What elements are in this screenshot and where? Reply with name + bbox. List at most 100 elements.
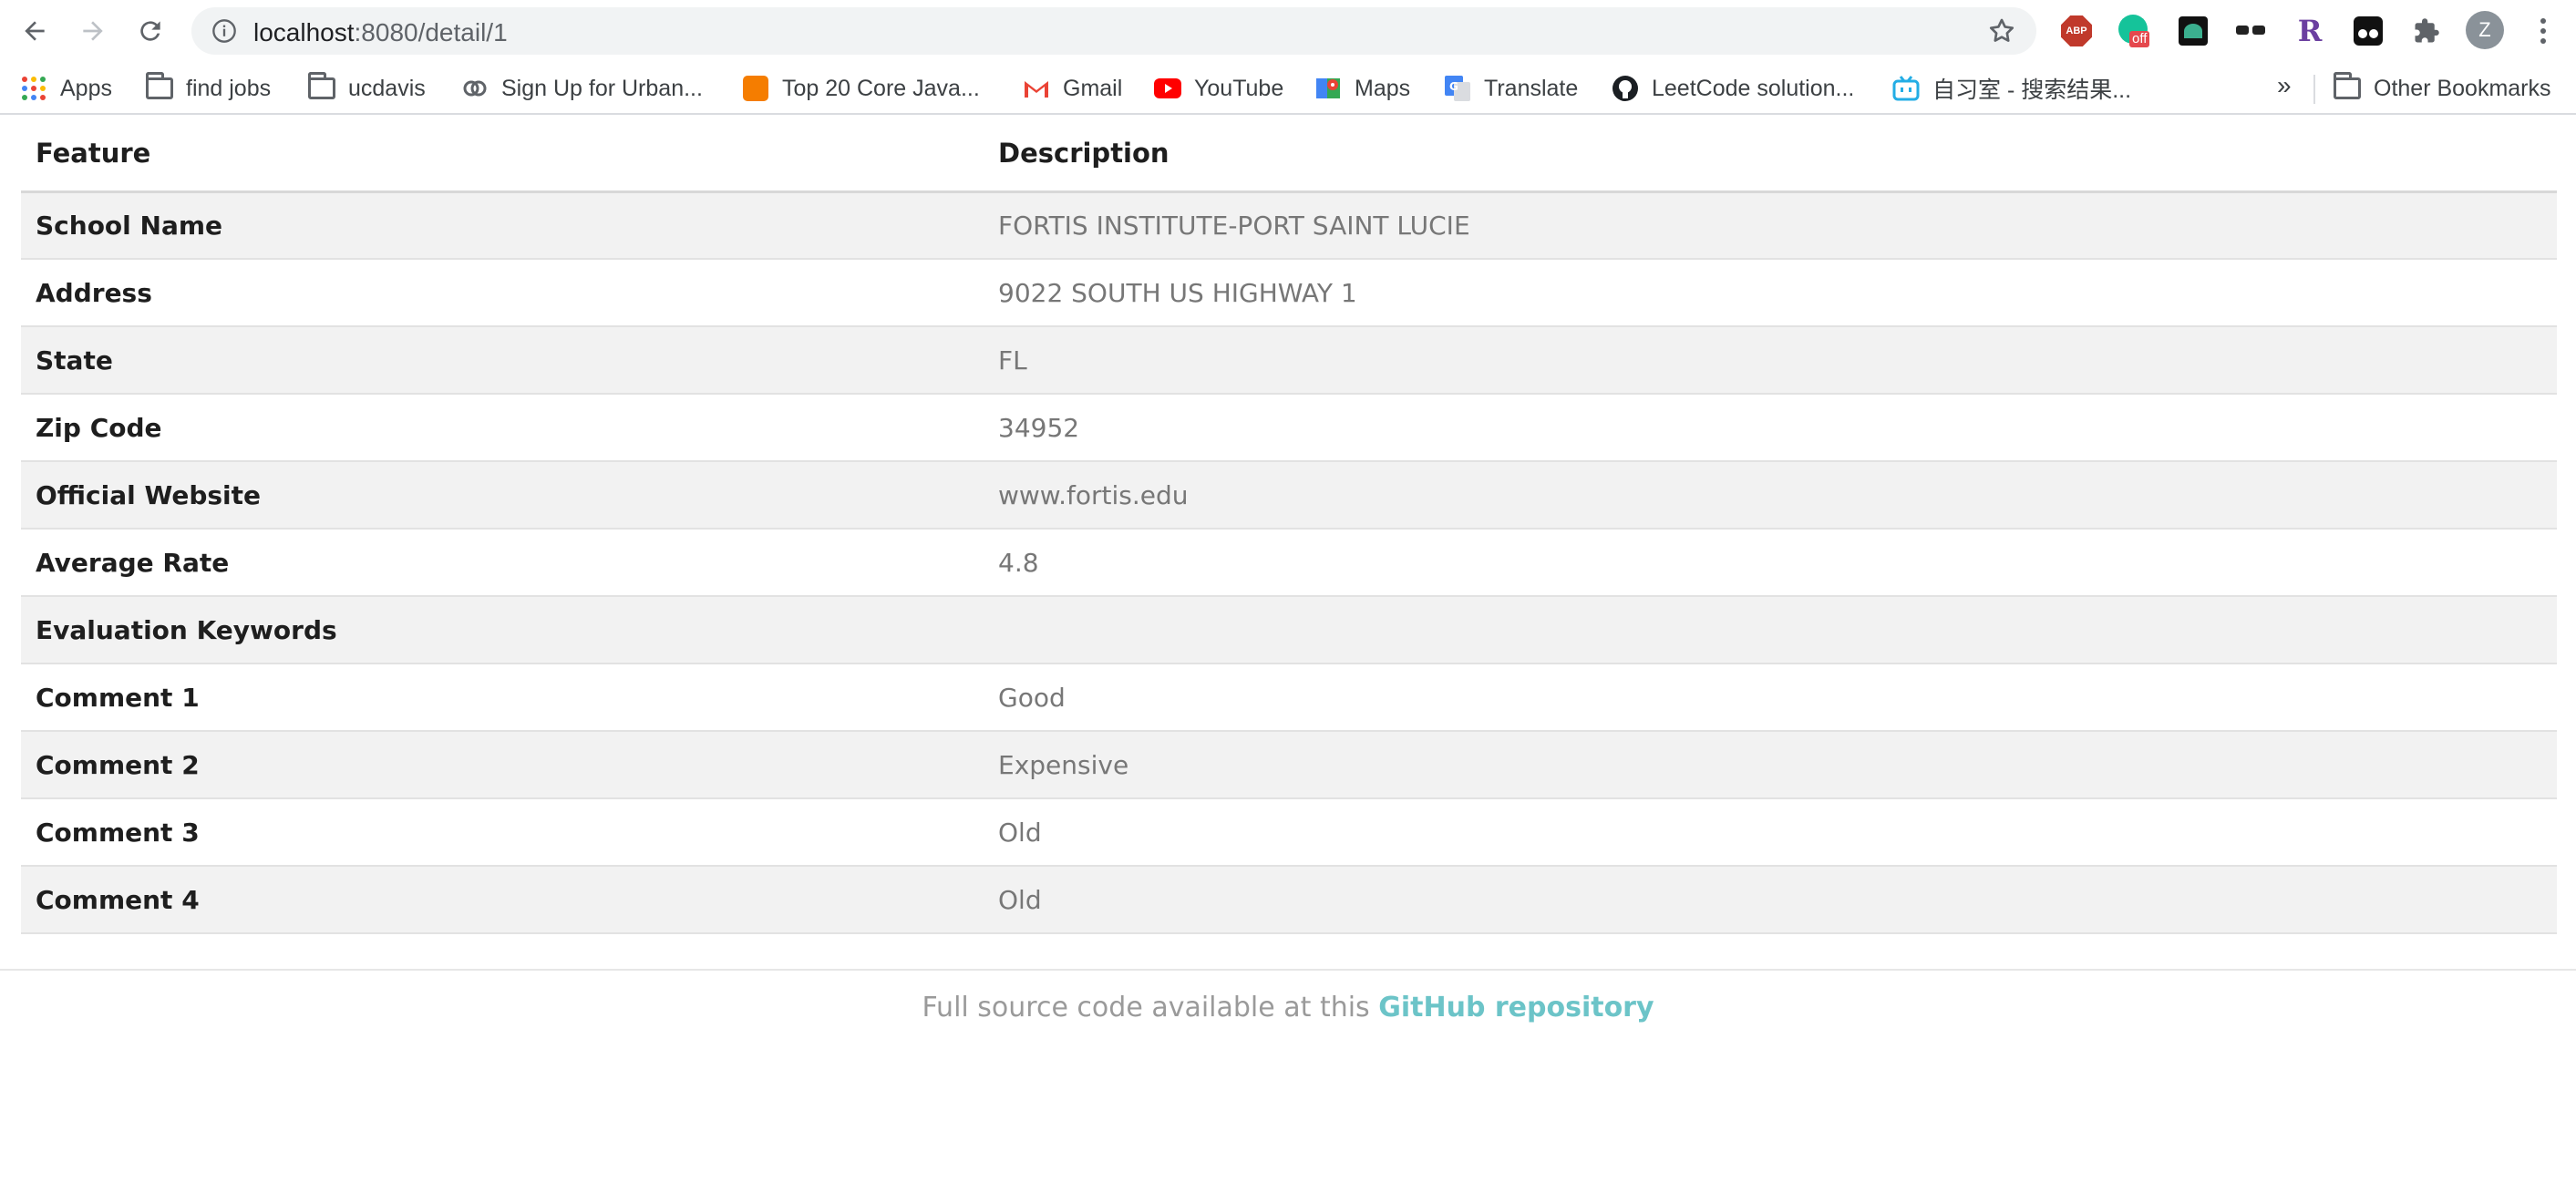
description-cell: 9022 SOUTH US HIGHWAY 1	[984, 259, 2557, 327]
back-button[interactable]	[15, 11, 55, 51]
table-row: Address 9022 SOUTH US HIGHWAY 1	[21, 259, 2557, 327]
bookmark-youtube[interactable]: YouTube	[1154, 71, 1283, 106]
dark-reader-icon	[2179, 16, 2208, 46]
bookmarks-divider	[2313, 75, 2315, 104]
table-row: Evaluation Keywords	[21, 596, 2557, 664]
table-row: Zip Code 34952	[21, 394, 2557, 462]
description-cell: Old	[984, 866, 2557, 934]
bookmark-core-java[interactable]: Top 20 Core Java...	[742, 71, 980, 106]
table-row: Average Rate 4.8	[21, 529, 2557, 597]
bookmark-translate[interactable]: G Translate	[1444, 71, 1578, 106]
description-cell: Old	[984, 798, 2557, 867]
more-bookmarks-chevron-icon[interactable]: »	[2277, 71, 2292, 100]
bookmark-label: 自习室 - 搜索结果...	[1932, 77, 2132, 103]
feature-cell: Official Website	[21, 461, 984, 530]
bookmark-label: Apps	[60, 75, 112, 101]
column-header-feature: Feature	[21, 117, 984, 193]
school-detail-table: Feature Description School Name FORTIS IN…	[21, 117, 2557, 934]
feature-cell: State	[21, 326, 984, 395]
youtube-icon	[1154, 75, 1181, 102]
feature-cell: Address	[21, 259, 984, 327]
translate-icon: G	[1444, 75, 1471, 102]
gmail-icon	[1023, 75, 1050, 102]
bookmark-star-icon[interactable]	[1987, 16, 2016, 46]
bilibili-icon	[1892, 75, 1920, 102]
bookmark-label: LeetCode solution...	[1652, 75, 1855, 101]
bookmark-other-bookmarks[interactable]: Other Bookmarks	[2334, 71, 2551, 106]
table-row: Comment 2 Expensive	[21, 731, 2557, 799]
browser-menu-icon[interactable]	[2530, 15, 2557, 47]
bookmark-bilibili[interactable]: 自习室 - 搜索结果...	[1892, 71, 2131, 106]
r-letter-icon: R	[2297, 14, 2323, 48]
description-cell: 4.8	[984, 529, 2557, 597]
bookmark-apps[interactable]: Apps	[20, 71, 112, 106]
maps-icon	[1314, 75, 1342, 102]
bookmark-label: Translate	[1484, 75, 1579, 101]
table-body: School Name FORTIS INSTITUTE-PORT SAINT L…	[21, 191, 2557, 934]
adblock-plus-extension[interactable]: ABP	[2058, 13, 2095, 49]
tampermonkey-extension[interactable]	[2350, 13, 2386, 49]
puzzle-icon	[2415, 18, 2439, 43]
description-cell: FORTIS INSTITUTE-PORT SAINT LUCIE	[984, 191, 2557, 260]
table-row: State FL	[21, 326, 2557, 395]
forward-button[interactable]	[73, 11, 113, 51]
bookmark-maps[interactable]: Maps	[1314, 71, 1410, 106]
feature-cell: Zip Code	[21, 394, 984, 462]
bookmark-label: Gmail	[1063, 75, 1123, 101]
feature-cell: Average Rate	[21, 529, 984, 597]
bookmark-gmail[interactable]: Gmail	[1023, 71, 1122, 106]
table-row: Comment 3 Old	[21, 798, 2557, 867]
bookmarks-bar: Apps find jobs ucdavis Sign Up for Urban…	[0, 62, 2576, 115]
bookmark-label: Other Bookmarks	[2374, 75, 2551, 101]
svg-text:G: G	[1449, 80, 1458, 93]
bookmark-leetcode[interactable]: LeetCode solution...	[1612, 71, 1854, 106]
feature-cell: Comment 2	[21, 731, 984, 799]
bookmark-ucdavis[interactable]: ucdavis	[308, 71, 426, 106]
github-icon	[1612, 75, 1639, 102]
incognito-mask-extension[interactable]	[2233, 13, 2270, 49]
back-arrow-icon	[25, 21, 45, 41]
description-cell: Good	[984, 664, 2557, 732]
url-host: localhost	[253, 18, 355, 46]
feature-cell: School Name	[21, 191, 984, 260]
feature-cell: Comment 4	[21, 866, 984, 934]
description-cell: Expensive	[984, 731, 2557, 799]
folder-icon	[308, 72, 335, 102]
bookmark-label: Sign Up for Urban...	[501, 75, 703, 101]
link-icon	[461, 75, 489, 102]
address-bar[interactable]: localhost:8080/detail/1	[191, 7, 2036, 55]
github-repository-link[interactable]: GitHub repository	[1378, 992, 1654, 1024]
bookmark-label: Top 20 Core Java...	[782, 75, 980, 101]
feature-cell: Evaluation Keywords	[21, 596, 984, 664]
bookmark-label: find jobs	[186, 75, 272, 101]
dark-reader-extension[interactable]	[2175, 13, 2211, 49]
table-row: Official Website www.fortis.edu	[21, 461, 2557, 530]
reload-button[interactable]	[130, 11, 170, 51]
feature-cell: Comment 3	[21, 798, 984, 867]
bookmark-urban[interactable]: Sign Up for Urban...	[461, 71, 703, 106]
profile-avatar[interactable]: Z	[2466, 11, 2504, 49]
grammarly-off-badge: off	[2129, 31, 2150, 47]
adblock-plus-icon: ABP	[2061, 15, 2092, 46]
description-cell: 34952	[984, 394, 2557, 462]
reload-icon	[140, 21, 160, 41]
description-cell: FL	[984, 326, 2557, 395]
table-row: Comment 4 Old	[21, 866, 2557, 934]
footer-divider	[0, 969, 2576, 971]
description-cell	[984, 596, 2557, 664]
grammarly-extension[interactable]: off	[2117, 13, 2153, 49]
tampermonkey-icon	[2354, 16, 2383, 46]
apps-grid-icon	[20, 75, 47, 102]
page-content: Feature Description School Name FORTIS IN…	[0, 117, 2576, 1183]
browser-toolbar: localhost:8080/detail/1 ABP off R Z	[0, 0, 2576, 62]
blogger-icon	[742, 75, 769, 102]
r-extension[interactable]: R	[2292, 13, 2328, 49]
folder-icon	[146, 72, 173, 102]
footer-text: Full source code available at this	[922, 992, 1379, 1024]
extensions-button[interactable]	[2408, 13, 2445, 49]
description-cell: www.fortis.edu	[984, 461, 2557, 530]
bookmark-find-jobs[interactable]: find jobs	[146, 71, 271, 106]
grammarly-icon: off	[2118, 15, 2151, 47]
info-icon[interactable]	[211, 18, 237, 44]
url-text[interactable]: localhost:8080/detail/1	[253, 18, 508, 47]
